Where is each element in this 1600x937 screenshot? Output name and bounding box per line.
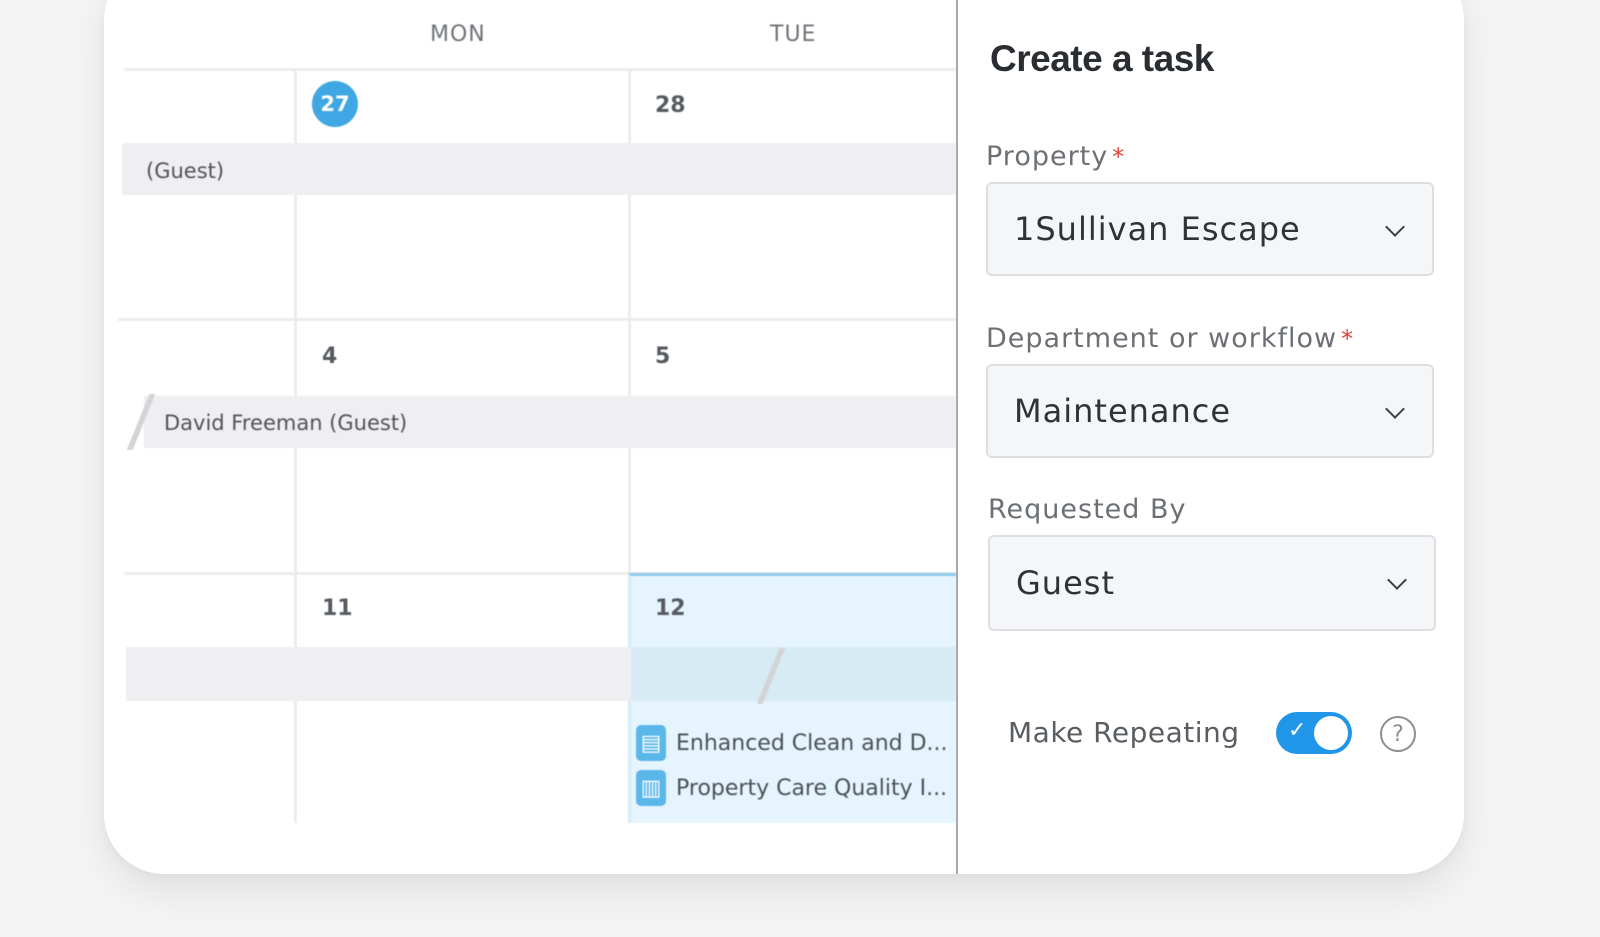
panel-title: Create a task — [990, 38, 1214, 79]
property-select[interactable]: 1Sullivan Escape — [986, 182, 1434, 276]
chevron-down-icon — [1385, 399, 1405, 419]
task-label: Enhanced Clean and D... — [676, 730, 948, 756]
day-header-mon: MON — [430, 22, 486, 47]
task-modal-card: MON TUE 27 28 (Guest) 4 5 David Freeman … — [104, 0, 1464, 874]
day-4[interactable]: 4 — [322, 344, 337, 369]
calendar-grid: MON TUE 27 28 (Guest) 4 5 David Freeman … — [104, 0, 956, 874]
calendar-clean-icon: ▤ — [636, 725, 666, 761]
department-value: Maintenance — [1014, 392, 1232, 430]
task-item[interactable]: ▥ Property Care Quality I... — [636, 770, 947, 806]
property-value: 1Sullivan Escape — [1014, 210, 1301, 248]
reservation-bar[interactable] — [122, 143, 956, 195]
day-27-today[interactable]: 27 — [312, 81, 358, 127]
chevron-down-icon — [1385, 217, 1405, 237]
grid-line — [124, 68, 956, 71]
check-icon: ✓ — [1288, 718, 1307, 743]
create-task-panel: Create a task Property * 1Sullivan Escape… — [958, 0, 1464, 874]
day-5[interactable]: 5 — [655, 344, 670, 369]
department-select[interactable]: Maintenance — [986, 364, 1434, 458]
make-repeating-label: Make Repeating — [1008, 716, 1240, 749]
reservation-bar[interactable] — [126, 647, 631, 701]
chevron-down-icon — [1387, 570, 1407, 590]
help-icon[interactable]: ? — [1380, 716, 1416, 752]
reservation-label: (Guest) — [146, 159, 225, 183]
task-item[interactable]: ▤ Enhanced Clean and D... — [636, 725, 948, 761]
day-12[interactable]: 12 — [655, 596, 686, 621]
department-label: Department or workflow * — [986, 323, 1355, 354]
clipboard-icon: ▥ — [636, 770, 666, 806]
toggle-knob — [1314, 716, 1348, 750]
property-label: Property * — [986, 141, 1126, 172]
task-label: Property Care Quality I... — [676, 775, 948, 801]
grid-line — [118, 318, 956, 321]
requested-by-label: Requested By — [988, 494, 1187, 525]
make-repeating-toggle[interactable]: ✓ — [1276, 712, 1352, 754]
reservation-bar-selected[interactable] — [631, 647, 956, 701]
reservation-label: David Freeman (Guest) — [164, 411, 408, 435]
requested-by-select[interactable]: Guest — [988, 535, 1436, 631]
requested-by-value: Guest — [1016, 564, 1115, 602]
day-11[interactable]: 11 — [322, 596, 353, 621]
required-marker: * — [1112, 143, 1126, 171]
required-marker: * — [1341, 325, 1355, 353]
day-header-tue: TUE — [770, 22, 817, 47]
day-28[interactable]: 28 — [655, 93, 686, 118]
